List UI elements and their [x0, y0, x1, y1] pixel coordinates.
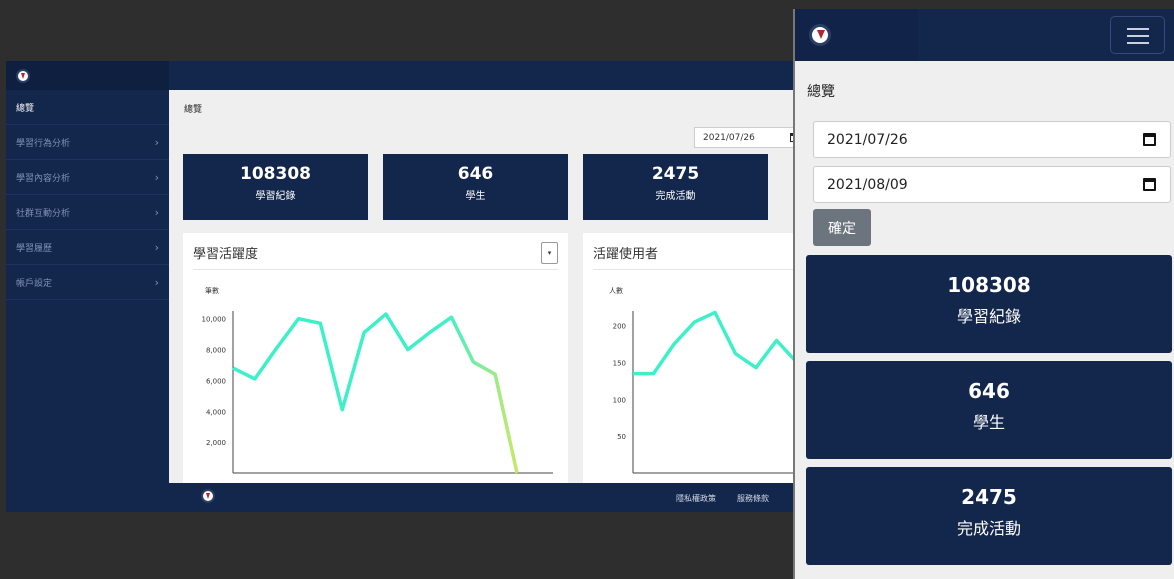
footer: 隱私權政策 服務條款	[169, 483, 806, 512]
sidebar-item-account[interactable]: 帳戶設定 ›	[6, 265, 169, 300]
stat-value: 2475	[651, 164, 700, 184]
stat-value: 108308	[947, 273, 1031, 297]
chevron-right-icon: ›	[154, 135, 159, 149]
stat-label: 完成活動	[956, 519, 1021, 538]
y-tick-label: 2,000	[206, 439, 226, 447]
sidebar-item-portfolio[interactable]: 學習履歷 ›	[6, 230, 169, 265]
stat-label: 學生	[465, 191, 486, 202]
stat-label: 學生	[972, 413, 1005, 432]
stat-card-students: 646 學生	[383, 154, 568, 220]
mobile-view: 總覽 2021/07/26 2021/08/09 確定 108308 學習紀錄 …	[793, 9, 1174, 579]
calendar-icon[interactable]	[1143, 133, 1156, 146]
y-tick-label: 6,000	[206, 377, 226, 385]
sidebar-item-label: 社群互動分析	[16, 208, 71, 219]
stat-value: 646	[968, 379, 1010, 403]
stat-label: 學習紀錄	[956, 307, 1021, 326]
stat-label: 完成活動	[655, 191, 696, 202]
start-date-input[interactable]: 2021/07/26	[813, 121, 1171, 158]
university-emblem-icon	[809, 24, 831, 46]
series-line	[232, 312, 519, 474]
menu-icon-bar	[1127, 42, 1149, 44]
sidebar-item-content[interactable]: 學習內容分析 ›	[6, 160, 169, 195]
end-date-value: 2021/08/09	[827, 176, 908, 193]
sidebar: 總覽 學習行為分析 › 學習內容分析 › 社群互動分析 › 學習履歷 › 帳戶設…	[6, 61, 169, 512]
sidebar-logo[interactable]	[6, 61, 169, 90]
stat-card-students: 646 學生	[806, 361, 1172, 459]
chevron-right-icon: ›	[154, 240, 159, 254]
sidebar-item-overview[interactable]: 總覽	[6, 90, 169, 125]
y-tick-label: 10,000	[202, 316, 227, 324]
active-users-chart-card: 活躍使用者 人數 50 100 150 200	[583, 233, 806, 493]
stat-label: 學習紀錄	[255, 191, 296, 202]
y-tick-label: 150	[613, 360, 626, 368]
menu-icon-bar	[1127, 35, 1149, 37]
stat-value: 646	[457, 164, 494, 184]
y-tick-label: 8,000	[206, 347, 226, 355]
breadcrumb: 總覽	[184, 105, 203, 115]
start-date-input[interactable]: 2021/07/26	[694, 127, 806, 148]
chevron-right-icon: ›	[154, 275, 159, 289]
activity-line-chart: 筆數 2,000 4,000 6,000 8,000 10,000	[202, 286, 553, 474]
sidebar-item-label: 學習內容分析	[16, 173, 71, 184]
confirm-button[interactable]: 確定	[813, 209, 871, 246]
top-bar	[169, 61, 806, 90]
sidebar-item-behavior[interactable]: 學習行為分析 ›	[6, 125, 169, 160]
hamburger-menu-button[interactable]	[1110, 16, 1165, 54]
end-date-input[interactable]: 2021/08/09	[813, 166, 1171, 203]
y-axis-label: 筆數	[205, 286, 219, 295]
stat-card-activities: 2475 完成活動	[806, 467, 1172, 565]
stat-value: 108308	[240, 164, 311, 184]
university-emblem-icon	[201, 489, 215, 503]
sidebar-item-social[interactable]: 社群互動分析 ›	[6, 195, 169, 230]
stat-card-records: 108308 學習紀錄	[806, 255, 1172, 353]
stat-card-records: 108308 學習紀錄	[183, 154, 368, 220]
active-users-line-chart: 人數 50 100 150 200	[609, 286, 806, 474]
chevron-right-icon: ›	[154, 205, 159, 219]
menu-icon-bar	[1127, 28, 1149, 30]
y-axis-label: 人數	[609, 286, 623, 295]
start-date-value: 2021/07/26	[827, 131, 908, 148]
calendar-icon[interactable]	[1143, 178, 1156, 191]
y-tick-label: 50	[617, 433, 626, 441]
desktop-view: 總覽 學習行為分析 › 學習內容分析 › 社群互動分析 › 學習履歷 › 帳戶設…	[6, 61, 806, 512]
y-tick-label: 200	[613, 323, 626, 331]
university-emblem-icon	[16, 68, 30, 83]
series-line	[633, 310, 799, 376]
activity-chart-card: 學習活躍度 ▾ 筆數 2,000 4,000 6,000 8,000 10,000	[183, 233, 568, 493]
mobile-logo[interactable]	[795, 9, 918, 61]
privacy-policy-link[interactable]: 隱私權政策	[676, 493, 716, 504]
sidebar-item-label: 總覽	[16, 103, 35, 114]
sidebar-item-label: 學習履歷	[16, 243, 53, 254]
y-tick-label: 100	[613, 396, 626, 404]
stat-card-activities: 2475 完成活動	[583, 154, 768, 220]
page-title: 總覽	[807, 84, 835, 100]
start-date-value: 2021/07/26	[703, 132, 755, 143]
sidebar-item-label: 帳戶設定	[16, 278, 53, 289]
mobile-header	[795, 9, 1174, 61]
y-tick-label: 4,000	[206, 408, 226, 416]
stat-value: 2475	[961, 485, 1017, 509]
chevron-right-icon: ›	[154, 170, 159, 184]
terms-of-service-link[interactable]: 服務條款	[737, 493, 769, 504]
sidebar-item-label: 學習行為分析	[16, 138, 71, 149]
